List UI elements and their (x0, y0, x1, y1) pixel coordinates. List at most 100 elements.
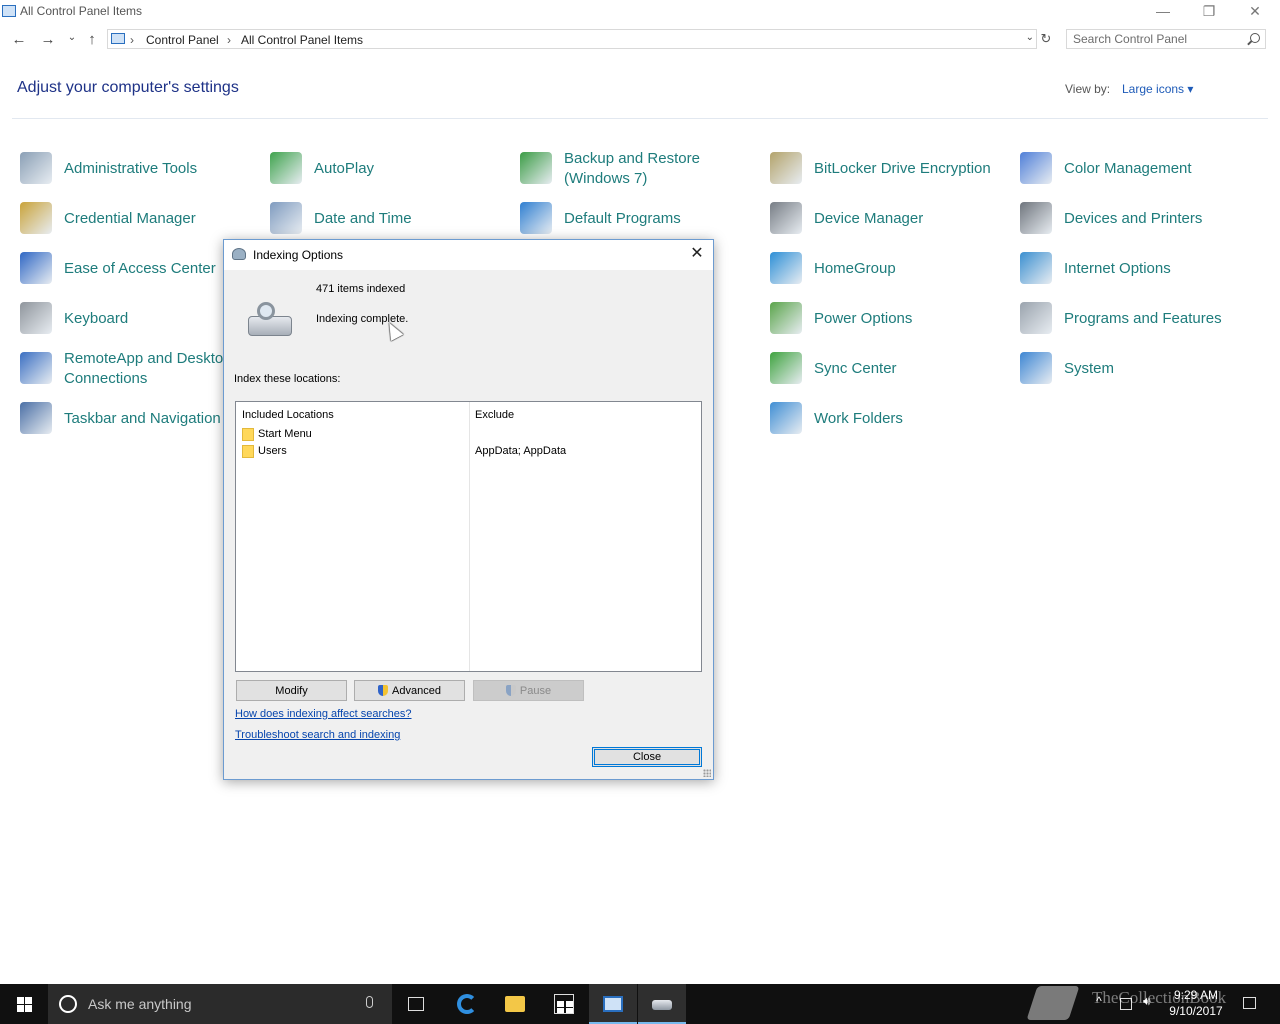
indexing-drive-icon (246, 302, 294, 338)
microphone-icon[interactable] (366, 996, 373, 1008)
location-exclude: AppData; AppData (475, 445, 567, 457)
control-panel-item[interactable]: Device Manager (770, 197, 1015, 241)
dialog-titlebar: Indexing Options ✕ (224, 240, 713, 270)
cortana-search-text: Ask me anything (88, 996, 192, 1012)
troubleshoot-link[interactable]: Troubleshoot search and indexing (235, 729, 400, 741)
control-panel-item[interactable]: Administrative Tools (20, 147, 265, 191)
forward-button[interactable]: → (39, 31, 57, 48)
control-panel-icon (603, 996, 623, 1012)
uac-shield-icon (378, 685, 389, 696)
cortana-search-box[interactable]: Ask me anything (48, 984, 392, 1024)
control-panel-item[interactable]: HomeGroup (770, 247, 1015, 291)
control-panel-item-label: Backup and Restore (Windows 7) (564, 150, 700, 187)
system-icon (1020, 352, 1052, 384)
dialog-close-button[interactable]: Close (592, 747, 702, 767)
taskbar: Ask me anything ^ 🔊︎ 9:29 AM 9/10/2017 (0, 984, 1280, 1024)
control-panel-item[interactable]: Backup and Restore (Windows 7) (520, 147, 765, 191)
control-panel-item-label: AutoPlay (314, 160, 375, 177)
taskbar-edge[interactable] (443, 984, 491, 1024)
control-panel-item[interactable]: AutoPlay (270, 147, 515, 191)
close-window-button[interactable]: ✕ (1232, 0, 1278, 24)
control-panel-item[interactable]: Programs and Features (1020, 297, 1265, 341)
control-panel-item-label: HomeGroup (814, 260, 896, 277)
location-name: Start Menu (258, 428, 312, 440)
start-button[interactable] (0, 984, 48, 1024)
ease-of-access-icon (20, 252, 52, 284)
breadcrumb-control-panel[interactable]: Control Panel (146, 33, 219, 47)
control-panel-item-label: Devices and Printers (1064, 210, 1203, 227)
control-panel-item[interactable]: Credential Manager (20, 197, 265, 241)
action-center-icon[interactable] (1243, 997, 1256, 1009)
address-box[interactable]: › Control Panel › All Control Panel Item… (107, 29, 1037, 49)
taskbar-store[interactable] (540, 984, 588, 1024)
control-panel-item[interactable]: Devices and Printers (1020, 197, 1265, 241)
search-icon[interactable] (1250, 33, 1260, 43)
resize-grip[interactable] (703, 769, 711, 777)
minimize-button[interactable]: — (1140, 0, 1186, 24)
control-panel-item[interactable]: Color Management (1020, 147, 1265, 191)
control-panel-item[interactable]: Power Options (770, 297, 1015, 341)
autoplay-icon (270, 152, 302, 184)
restore-button[interactable]: ❐ (1186, 0, 1232, 24)
control-panel-item-label: Color Management (1064, 160, 1192, 177)
header-divider (12, 118, 1268, 119)
breadcrumb-all-items[interactable]: All Control Panel Items (241, 33, 363, 47)
credential-manager-icon (20, 202, 52, 234)
control-panel-item[interactable]: Work Folders (770, 397, 1015, 441)
windows-logo-icon (17, 997, 32, 1012)
recent-locations-button[interactable]: ⌄ (63, 32, 81, 43)
taskbar-control-panel[interactable] (589, 984, 637, 1024)
pause-button: Pause (473, 680, 584, 701)
control-panel-item[interactable]: Internet Options (1020, 247, 1265, 291)
control-panel-item-label: Internet Options (1064, 260, 1171, 277)
control-panel-item[interactable]: BitLocker Drive Encryption (770, 147, 1015, 191)
taskbar-navigation-icon (20, 402, 52, 434)
search-box[interactable] (1066, 29, 1266, 49)
indexing-options-icon (232, 248, 246, 260)
control-panel-item[interactable]: Date and Time (270, 197, 515, 241)
folder-icon (242, 428, 254, 441)
locations-list[interactable]: Included Locations Exclude Start Menu Us… (235, 401, 702, 672)
back-button[interactable]: ← (10, 31, 28, 48)
control-panel-item-label: Programs and Features (1064, 310, 1222, 327)
control-panel-item-label: Sync Center (814, 360, 897, 377)
control-panel-item-label: Default Programs (564, 210, 681, 227)
control-panel-item-label: BitLocker Drive Encryption (814, 160, 991, 177)
backup-restore-icon (520, 152, 552, 184)
control-panel-item[interactable]: Default Programs (520, 197, 765, 241)
column-header-included[interactable]: Included Locations (242, 409, 334, 421)
color-management-icon (1020, 152, 1052, 184)
control-panel-item[interactable]: Sync Center (770, 347, 1015, 391)
dialog-close-icon[interactable]: ✕ (687, 244, 707, 264)
window-title: All Control Panel Items (20, 4, 143, 18)
up-button[interactable]: ↑ (83, 31, 101, 48)
indexing-options-icon (652, 1000, 672, 1010)
remoteapp-icon (20, 352, 52, 384)
view-by-dropdown[interactable]: Large icons ▾ (1122, 82, 1193, 96)
taskbar-file-explorer[interactable] (491, 984, 539, 1024)
indexing-help-link[interactable]: How does indexing affect searches? (235, 708, 412, 720)
bitlocker-icon (770, 152, 802, 184)
location-row[interactable]: Start Menu (236, 426, 701, 443)
indexing-options-dialog: Indexing Options ✕ 471 items indexed Ind… (223, 239, 714, 780)
task-view-button[interactable] (392, 984, 440, 1024)
taskbar-indexing-options[interactable] (638, 984, 686, 1024)
notebook-overlay-icon (1026, 986, 1080, 1020)
view-by-label: View by: (1065, 82, 1111, 96)
control-panel-item-label: Administrative Tools (64, 160, 198, 177)
devices-printers-icon (1020, 202, 1052, 234)
column-header-exclude[interactable]: Exclude (475, 409, 514, 421)
power-options-icon (770, 302, 802, 334)
modify-button[interactable]: Modify (236, 680, 347, 701)
control-panel-item[interactable]: System (1020, 347, 1265, 391)
refresh-button[interactable]: ↻ (1038, 29, 1054, 49)
page-title: Adjust your computer's settings (17, 79, 239, 96)
default-programs-icon (520, 202, 552, 234)
dialog-title: Indexing Options (253, 248, 344, 262)
location-name: Users (258, 445, 287, 457)
address-dropdown-icon[interactable]: ⌄ (1026, 32, 1034, 43)
advanced-button-label: Advanced (392, 684, 441, 697)
location-row[interactable]: Users AppData; AppData (236, 443, 701, 460)
search-input[interactable] (1073, 31, 1243, 47)
advanced-button[interactable]: Advanced (354, 680, 465, 701)
